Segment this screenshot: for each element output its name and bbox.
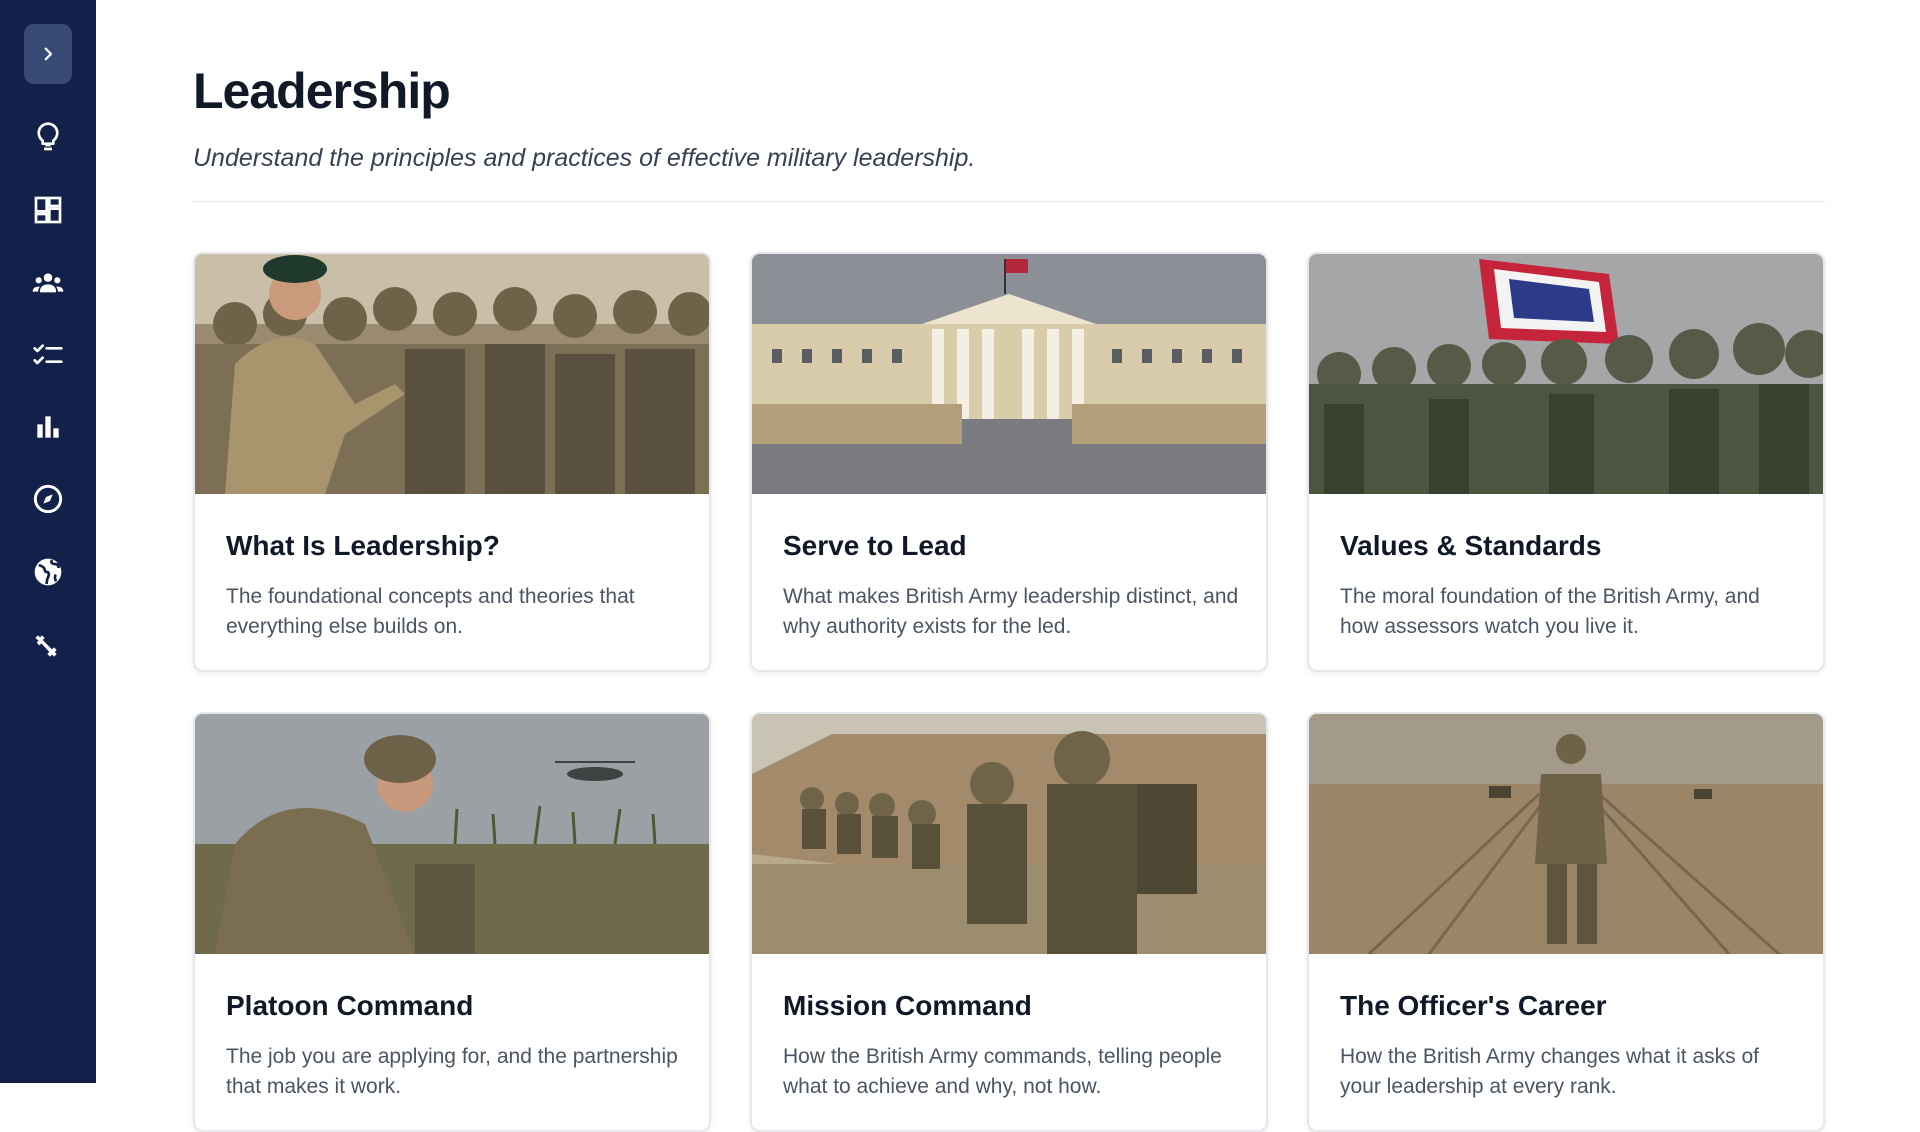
card-title: Values & Standards bbox=[1340, 530, 1602, 561]
card-image bbox=[752, 254, 1266, 494]
dashboard-icon bbox=[34, 196, 62, 224]
card-title: What Is Leadership? bbox=[226, 530, 500, 561]
card-officers-career[interactable]: The Officer's Career How the British Arm… bbox=[1307, 712, 1825, 1132]
group-icon bbox=[32, 273, 64, 293]
bar-chart-icon bbox=[37, 416, 59, 438]
card-what-is-leadership[interactable]: What Is Leadership? The foundational con… bbox=[193, 252, 711, 672]
card-platoon-command[interactable]: Platoon Command The job you are applying… bbox=[193, 712, 711, 1132]
card-image bbox=[1309, 254, 1823, 494]
checklist-icon bbox=[33, 344, 63, 365]
card-values-standards[interactable]: Values & Standards The moral foundation … bbox=[1307, 252, 1825, 672]
chevron-right-icon bbox=[44, 47, 53, 61]
divider bbox=[193, 201, 1825, 202]
fitness-icon bbox=[35, 635, 57, 657]
sidebar-item-lightbulb[interactable] bbox=[24, 113, 72, 161]
page-title: Leadership bbox=[193, 63, 451, 119]
card-description: What makes British Army leadership disti… bbox=[783, 585, 1239, 638]
card-description: How the British Army commands, telling p… bbox=[783, 1045, 1222, 1098]
card-mission-command[interactable]: Mission Command How the British Army com… bbox=[750, 712, 1268, 1132]
card-description: How the British Army changes what it ask… bbox=[1340, 1045, 1760, 1098]
sidebar-item-checklist[interactable] bbox=[24, 331, 72, 379]
card-image bbox=[195, 254, 709, 494]
card-image bbox=[752, 714, 1266, 954]
card-title: Platoon Command bbox=[226, 990, 474, 1021]
card-title: Serve to Lead bbox=[783, 530, 967, 561]
sidebar-item-globe[interactable] bbox=[24, 548, 72, 596]
card-description: The job you are applying for, and the pa… bbox=[226, 1045, 678, 1098]
card-title: The Officer's Career bbox=[1340, 990, 1607, 1021]
sidebar bbox=[0, 0, 96, 1083]
sidebar-item-explore[interactable] bbox=[24, 475, 72, 523]
compass-icon bbox=[33, 484, 63, 514]
sidebar-item-analytics[interactable] bbox=[24, 403, 72, 451]
expand-sidebar-button[interactable] bbox=[24, 24, 72, 84]
card-image bbox=[1309, 714, 1823, 954]
card-title: Mission Command bbox=[783, 990, 1032, 1021]
page-subtitle: Understand the principles and practices … bbox=[193, 144, 976, 172]
card-image bbox=[195, 714, 709, 954]
card-description: The moral foundation of the British Army… bbox=[1340, 585, 1760, 638]
sidebar-item-fitness[interactable] bbox=[24, 620, 72, 668]
sidebar-item-dashboard[interactable] bbox=[24, 186, 72, 234]
sidebar-item-group[interactable] bbox=[24, 259, 72, 307]
lightbulb-icon bbox=[37, 122, 59, 151]
globe-icon bbox=[34, 558, 62, 586]
card-serve-to-lead[interactable]: Serve to Lead What makes British Army le… bbox=[750, 252, 1268, 672]
card-description: The foundational concepts and theories t… bbox=[226, 585, 635, 638]
